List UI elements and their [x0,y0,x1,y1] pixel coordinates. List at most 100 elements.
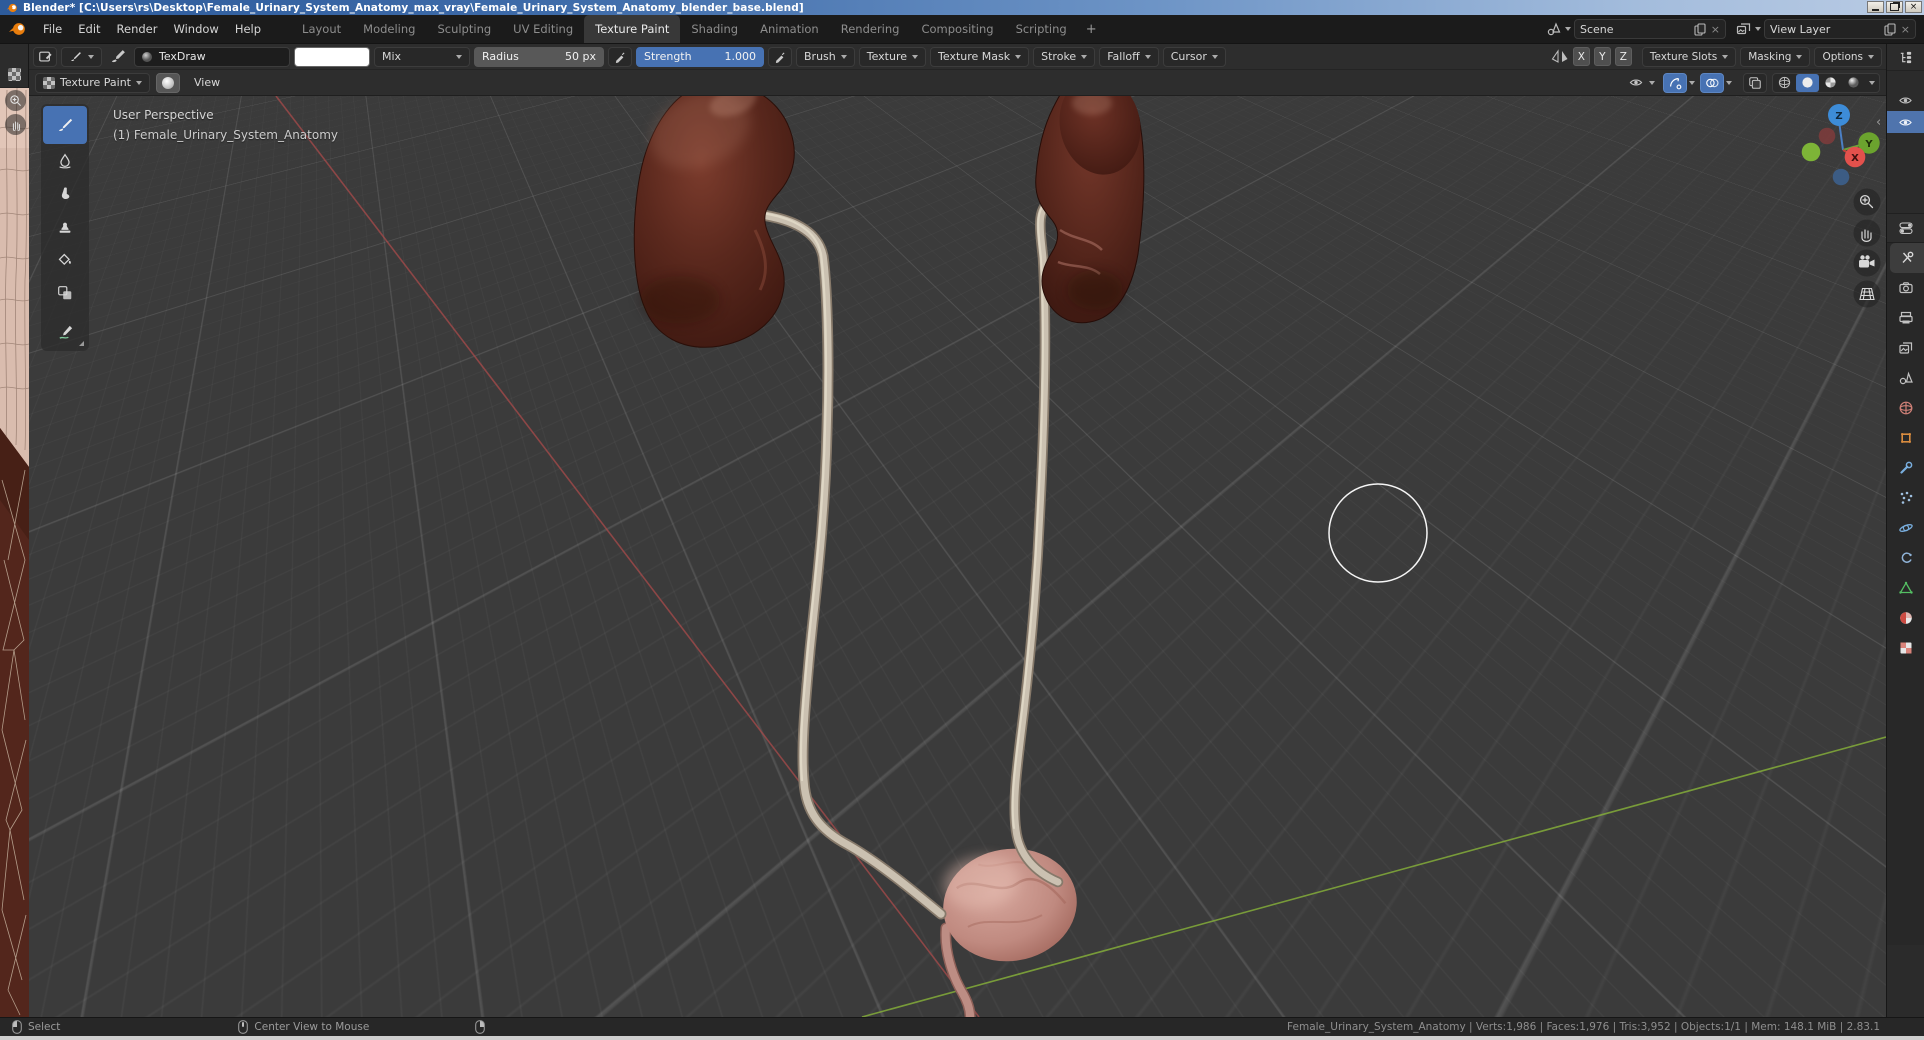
properties-tab-object[interactable] [1887,423,1924,453]
tab-sculpting[interactable]: Sculpting [426,15,502,43]
mirror-y-button[interactable]: Y [1593,47,1611,66]
gizmo-negz-ball[interactable] [1832,168,1850,186]
pan-button[interactable] [1853,219,1881,247]
scene-field[interactable]: Scene × [1574,19,1726,39]
menu-edit[interactable]: Edit [70,15,108,43]
image-zoom-button[interactable] [5,90,26,111]
menu-help[interactable]: Help [227,15,269,43]
new-view-layer-icon[interactable] [1884,22,1896,36]
strength-slider[interactable]: Strength 1.000 [636,46,764,67]
brush-preview-icon[interactable] [106,47,130,67]
close-button[interactable]: × [1905,1,1922,13]
new-scene-icon[interactable] [1694,22,1706,36]
radius-pressure-button[interactable] [608,46,632,67]
add-workspace-button[interactable]: + [1078,22,1105,37]
show-overlays-button[interactable] [1700,72,1724,93]
properties-tab-data[interactable] [1887,573,1924,603]
active-tool-brush-button[interactable] [61,46,102,67]
properties-tab-physics[interactable] [1887,513,1924,543]
properties-tab-world[interactable] [1887,393,1924,423]
strength-pressure-button[interactable] [768,46,792,67]
view-layer-field[interactable]: View Layer × [1764,19,1916,39]
mode-dropdown[interactable]: Texture Paint [35,72,150,93]
view-layer-caret-icon[interactable] [1755,27,1761,31]
brush-name-field[interactable]: TexDraw [134,46,290,67]
tab-layout[interactable]: Layout [291,15,352,43]
gizmo-negx-ball[interactable] [1818,127,1836,145]
shading-caret-icon[interactable] [1869,80,1875,85]
sidebar-collapse-arrow[interactable]: ‹ [1876,115,1881,130]
panel-texture-mask[interactable]: Texture Mask [930,46,1030,67]
tool-annotate-button[interactable] [43,316,87,349]
blend-mode-dropdown[interactable]: Mix [374,46,470,67]
properties-tab-material[interactable] [1887,603,1924,633]
tab-scripting[interactable]: Scripting [1005,15,1078,43]
menu-render[interactable]: Render [109,15,166,43]
image-pan-button[interactable] [5,114,26,135]
shading-material-button[interactable] [1819,74,1842,92]
tab-compositing[interactable]: Compositing [910,15,1004,43]
restore-button[interactable] [1886,1,1903,13]
model-female-urinary-system[interactable] [633,96,1149,1017]
panel-falloff[interactable]: Falloff [1099,46,1159,67]
gizmo-caret-icon[interactable] [1689,80,1695,85]
unlink-scene-icon[interactable]: × [1711,23,1720,36]
tab-uv-editing[interactable]: UV Editing [502,15,584,43]
viewport-3d[interactable]: Z Y X ‹ User Perspective (1) Female_Urin… [29,96,1886,1017]
shading-solid-button[interactable] [1796,73,1819,92]
properties-tab-texture[interactable] [1887,633,1924,663]
tool-mask-button[interactable] [43,276,87,309]
view-menu[interactable]: View [186,73,228,93]
panel-texture-slots[interactable]: Texture Slots [1641,46,1737,67]
radius-slider[interactable]: Radius 50 px [474,46,604,67]
falloff-shape-button[interactable] [155,72,180,93]
navigation-gizmo[interactable]: Z Y X [1801,104,1880,186]
properties-tab-render[interactable] [1887,273,1924,303]
properties-tab-scene[interactable] [1887,363,1924,393]
eye-icon[interactable] [1898,94,1913,107]
tab-rendering[interactable]: Rendering [830,15,911,43]
tool-soften-button[interactable] [43,144,87,177]
orthographic-grid-button[interactable] [1853,280,1881,308]
view-layer-icon[interactable] [1736,22,1752,36]
gizmo-negy-ball[interactable] [1801,142,1821,162]
properties-editor-icon[interactable] [1898,220,1914,236]
outliner-editor-icon[interactable] [1898,50,1913,65]
tool-smear-button[interactable] [43,177,87,210]
properties-tab-particles[interactable] [1887,483,1924,513]
tool-clone-button[interactable] [43,210,87,243]
tab-shading[interactable]: Shading [680,15,749,43]
toggle-xray-button[interactable] [1743,72,1767,93]
scene-caret-icon[interactable] [1565,27,1571,31]
properties-tab-constraints[interactable] [1887,543,1924,573]
tab-modeling[interactable]: Modeling [352,15,426,43]
shading-rendered-button[interactable] [1842,74,1865,92]
object-visibility-dropdown[interactable] [1625,73,1658,93]
outliner-visibility-row[interactable] [1887,89,1924,111]
menu-file[interactable]: File [35,15,70,43]
image-editor-type-icon[interactable] [7,68,21,81]
properties-tab-modifiers[interactable] [1887,453,1924,483]
shading-wireframe-button[interactable] [1773,74,1796,92]
show-gizmo-button[interactable] [1663,72,1687,93]
tab-texture-paint[interactable]: Texture Paint [584,15,681,43]
editor-type-icon[interactable] [33,46,57,67]
camera-view-button[interactable] [1853,249,1881,277]
image-editor-strip[interactable] [0,44,30,1017]
scene-icon[interactable] [1546,22,1562,36]
remove-view-layer-icon[interactable]: × [1901,23,1910,36]
properties-tab-view-layer[interactable] [1887,333,1924,363]
blender-menu-logo-icon[interactable] [8,21,27,37]
panel-masking[interactable]: Masking [1740,46,1811,67]
tab-animation[interactable]: Animation [749,15,830,43]
panel-options[interactable]: Options [1814,46,1882,67]
eye-icon[interactable] [1898,116,1913,129]
overlays-caret-icon[interactable] [1726,80,1732,85]
outliner-visibility-row-selected[interactable] [1887,111,1924,133]
menu-window[interactable]: Window [165,15,226,43]
properties-tab-output[interactable] [1887,303,1924,333]
panel-cursor[interactable]: Cursor [1162,46,1226,67]
outliner-panel[interactable] [1887,71,1924,214]
tool-fill-button[interactable] [43,243,87,276]
tool-draw-button[interactable] [43,106,87,144]
